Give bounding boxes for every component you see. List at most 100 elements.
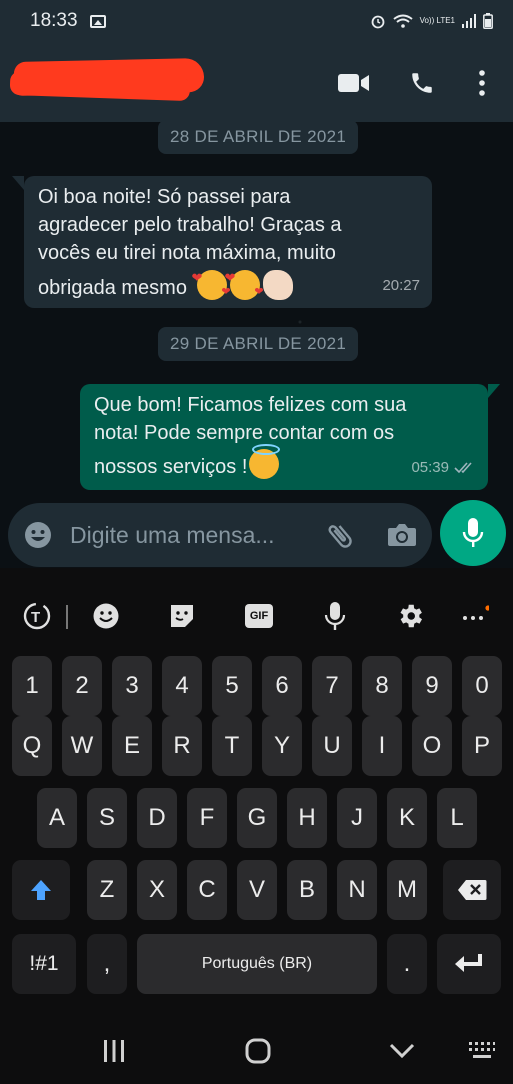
key-l[interactable]: L xyxy=(437,788,477,848)
battery-icon xyxy=(483,13,493,29)
voice-message-button[interactable] xyxy=(440,500,506,566)
backspace-icon xyxy=(458,880,487,900)
status-time: 18:33 xyxy=(30,10,78,31)
shift-arrow-icon xyxy=(31,880,51,900)
enter-arrow-icon xyxy=(455,954,482,972)
translate-icon[interactable]: T xyxy=(19,598,55,634)
bubble-tail xyxy=(12,176,24,190)
settings-gear-icon[interactable] xyxy=(392,598,428,634)
more-options-icon[interactable] xyxy=(465,66,499,100)
message-time: 05:39 xyxy=(411,459,449,476)
key-6[interactable]: 6 xyxy=(262,656,302,716)
key-0[interactable]: 0 xyxy=(462,656,502,716)
space-bar[interactable]: Português (BR) xyxy=(137,934,377,994)
key-r[interactable]: R xyxy=(162,716,202,776)
signal-icon xyxy=(462,14,476,28)
key-w[interactable]: W xyxy=(62,716,102,776)
key-n[interactable]: N xyxy=(337,860,377,920)
message-meta: 05:39 xyxy=(411,454,476,482)
gallery-icon xyxy=(89,14,106,28)
message-text-line: nota! Pode sempre contar com os xyxy=(94,422,395,444)
outgoing-message[interactable]: Que bom! Ficamos felizes com sua nota! P… xyxy=(80,384,488,490)
symbols-key[interactable]: !#1 xyxy=(12,934,76,994)
message-text-line: obrigada mesmo xyxy=(38,277,187,299)
key-y[interactable]: Y xyxy=(262,716,302,776)
key-4[interactable]: 4 xyxy=(162,656,202,716)
comma-key[interactable]: , xyxy=(87,934,127,994)
key-x[interactable]: X xyxy=(137,860,177,920)
key-i[interactable]: I xyxy=(362,716,402,776)
message-composer[interactable]: Digite uma mensa... xyxy=(8,503,432,567)
key-3[interactable]: 3 xyxy=(112,656,152,716)
camera-icon[interactable] xyxy=(387,522,417,548)
recent-apps-icon[interactable] xyxy=(94,1036,134,1066)
home-icon[interactable] xyxy=(238,1036,278,1066)
key-p[interactable]: P xyxy=(462,716,502,776)
sticker-icon[interactable] xyxy=(164,598,200,634)
key-7[interactable]: 7 xyxy=(312,656,352,716)
toolbar-divider xyxy=(66,605,68,629)
key-1[interactable]: 1 xyxy=(12,656,52,716)
message-time: 20:27 xyxy=(382,277,420,294)
emoji-icon[interactable] xyxy=(24,521,52,549)
key-e[interactable]: E xyxy=(112,716,152,776)
backspace-key[interactable] xyxy=(443,860,501,920)
key-m[interactable]: M xyxy=(387,860,427,920)
alarm-icon xyxy=(371,15,384,29)
message-text-line: Que bom! Ficamos felizes com sua xyxy=(94,394,407,416)
clapping-hands-emoji-icon xyxy=(262,270,293,300)
shift-key[interactable] xyxy=(12,860,70,920)
video-call-icon[interactable] xyxy=(337,66,371,100)
incoming-message[interactable]: Oi boa noite! Só passei para agradecer p… xyxy=(24,176,432,308)
enter-key[interactable] xyxy=(437,934,501,994)
key-f[interactable]: F xyxy=(187,788,227,848)
smiling-hearts-emoji-icon xyxy=(192,264,231,306)
keyboard-toolbar: T GIF xyxy=(0,588,513,644)
system-nav-bar xyxy=(0,1016,513,1084)
keyboard: T GIF 1 2 3 4 5 6 7 8 9 0 Q W E R T Y U … xyxy=(0,568,513,1084)
period-key[interactable]: . xyxy=(387,934,427,994)
message-text-line: nossos serviços ! xyxy=(94,456,248,478)
key-k[interactable]: K xyxy=(387,788,427,848)
keyboard-switch-icon[interactable] xyxy=(462,1036,502,1066)
key-5[interactable]: 5 xyxy=(212,656,252,716)
message-meta: 20:27 xyxy=(382,272,420,300)
key-v[interactable]: V xyxy=(237,860,277,920)
key-z[interactable]: Z xyxy=(87,860,127,920)
voice-call-icon[interactable] xyxy=(405,66,439,100)
date-divider: 28 DE ABRIL DE 2021 xyxy=(158,120,359,154)
key-9[interactable]: 9 xyxy=(412,656,452,716)
network-label: Vo)) LTE1 xyxy=(419,16,455,25)
voice-input-icon[interactable] xyxy=(317,598,353,634)
emoji-keyboard-icon[interactable] xyxy=(88,598,124,634)
key-q[interactable]: Q xyxy=(12,716,52,776)
gif-button[interactable]: GIF xyxy=(241,598,277,634)
svg-text:T: T xyxy=(31,609,40,626)
key-a[interactable]: A xyxy=(37,788,77,848)
date-divider: 29 DE ABRIL DE 2021 xyxy=(158,327,359,361)
key-o[interactable]: O xyxy=(412,716,452,776)
key-c[interactable]: C xyxy=(187,860,227,920)
hide-keyboard-icon[interactable] xyxy=(382,1036,422,1066)
attach-icon[interactable] xyxy=(324,520,356,552)
gif-label: GIF xyxy=(245,604,273,628)
microphone-icon xyxy=(462,518,484,547)
redacted-contact-name-overlay xyxy=(9,70,191,102)
key-u[interactable]: U xyxy=(312,716,352,776)
key-8[interactable]: 8 xyxy=(362,656,402,716)
wifi-icon xyxy=(392,14,413,28)
key-g[interactable]: G xyxy=(237,788,277,848)
key-h[interactable]: H xyxy=(287,788,327,848)
more-tools-icon[interactable] xyxy=(457,598,493,634)
message-input[interactable]: Digite uma mensa... xyxy=(70,522,275,549)
key-j[interactable]: J xyxy=(337,788,377,848)
key-s[interactable]: S xyxy=(87,788,127,848)
key-t[interactable]: T xyxy=(212,716,252,776)
message-text-line: vocês eu tirei nota máxima, muito xyxy=(38,242,336,264)
key-2[interactable]: 2 xyxy=(62,656,102,716)
read-receipt-icon xyxy=(454,462,472,474)
chat-area[interactable]: 28 DE ABRIL DE 2021 Oi boa noite! Só pas… xyxy=(0,120,513,562)
key-d[interactable]: D xyxy=(137,788,177,848)
bubble-tail xyxy=(488,384,500,398)
key-b[interactable]: B xyxy=(287,860,327,920)
